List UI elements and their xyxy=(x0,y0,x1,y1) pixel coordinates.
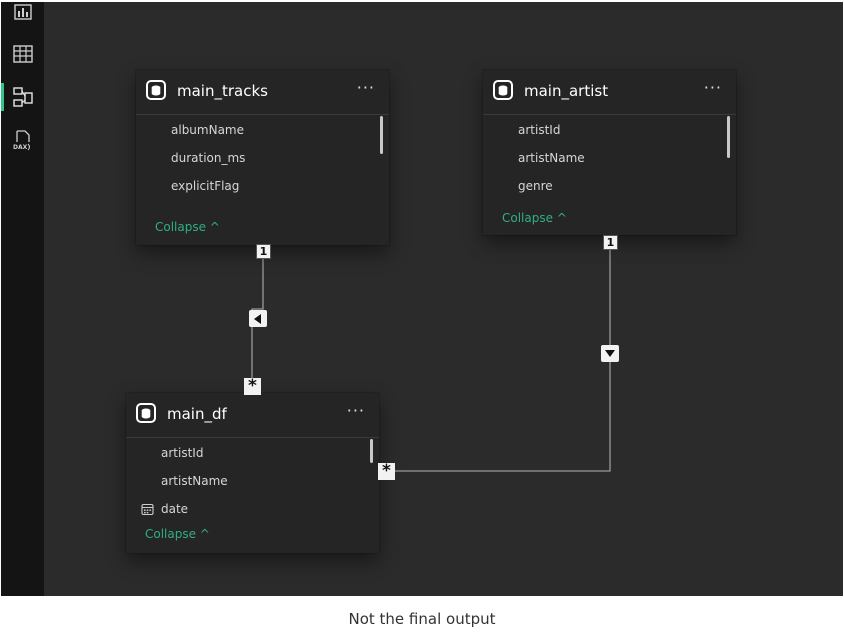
table-title: main_artist xyxy=(524,82,609,100)
more-options-button[interactable]: ··· xyxy=(347,401,365,420)
table-view-icon xyxy=(12,45,33,63)
table-title: main_tracks xyxy=(177,82,268,100)
field-artistName[interactable]: artistName xyxy=(518,151,585,165)
svg-text:DAX: DAX xyxy=(13,144,28,151)
field-list-scrollbar[interactable] xyxy=(727,116,730,158)
collapse-button[interactable]: Collapse ^ xyxy=(502,211,567,225)
table-view-button[interactable] xyxy=(1,34,44,74)
table-card-header[interactable]: main_df ··· xyxy=(126,393,379,438)
table-card-header[interactable]: main_artist ··· xyxy=(483,70,736,115)
left-arrow-icon xyxy=(254,313,261,324)
table-title: main_df xyxy=(167,405,227,423)
field-artistId[interactable]: artistId xyxy=(518,123,560,137)
cross-filter-direction-marker[interactable] xyxy=(249,310,267,327)
field-artistId[interactable]: artistId xyxy=(161,446,203,460)
field-duration-ms[interactable]: duration_ms xyxy=(171,151,245,165)
caption: Not the final output xyxy=(348,610,496,628)
model-view-icon xyxy=(12,87,33,107)
relationship-line-artist-df xyxy=(391,250,611,472)
field-list-scrollbar[interactable] xyxy=(380,116,383,154)
left-view-rail: DAX xyxy=(1,2,44,596)
cardinality-many-marker: * xyxy=(378,463,395,480)
calendar-icon xyxy=(141,503,154,516)
cross-filter-direction-marker[interactable] xyxy=(601,345,619,362)
cardinality-one-marker: 1 xyxy=(603,235,618,250)
report-view-icon xyxy=(13,4,32,20)
model-canvas[interactable]: main_tracks ··· albumName duration_ms ex… xyxy=(44,2,843,596)
down-arrow-icon xyxy=(605,350,615,357)
field-albumName[interactable]: albumName xyxy=(171,123,244,137)
cardinality-one-marker: 1 xyxy=(256,244,271,259)
collapse-button[interactable]: Collapse ^ xyxy=(155,220,220,234)
table-card-header[interactable]: main_tracks ··· xyxy=(136,70,389,115)
database-table-icon xyxy=(136,403,156,423)
table-card-main-df[interactable]: main_df ··· artistId artistName date Col… xyxy=(126,393,379,553)
database-table-icon xyxy=(493,80,513,100)
field-list-scrollbar[interactable] xyxy=(370,439,373,463)
collapse-button[interactable]: Collapse ^ xyxy=(145,527,210,541)
field-explicitFlag[interactable]: explicitFlag xyxy=(171,179,239,193)
cardinality-many-marker: * xyxy=(244,378,261,395)
table-card-main-artist[interactable]: main_artist ··· artistId artistName genr… xyxy=(483,70,736,235)
report-view-button[interactable] xyxy=(1,0,44,32)
model-view-button[interactable] xyxy=(1,77,44,117)
dax-query-icon: DAX xyxy=(13,130,30,151)
database-table-icon xyxy=(146,80,166,100)
dax-query-view-button[interactable]: DAX xyxy=(1,120,44,160)
field-artistName[interactable]: artistName xyxy=(161,474,228,488)
field-genre[interactable]: genre xyxy=(518,179,553,193)
field-date[interactable]: date xyxy=(161,502,188,516)
model-view-window: DAX main_tracks ··· albumName duration_m… xyxy=(1,2,843,596)
more-options-button[interactable]: ··· xyxy=(357,78,375,97)
more-options-button[interactable]: ··· xyxy=(704,78,722,97)
table-card-main-tracks[interactable]: main_tracks ··· albumName duration_ms ex… xyxy=(136,70,389,245)
